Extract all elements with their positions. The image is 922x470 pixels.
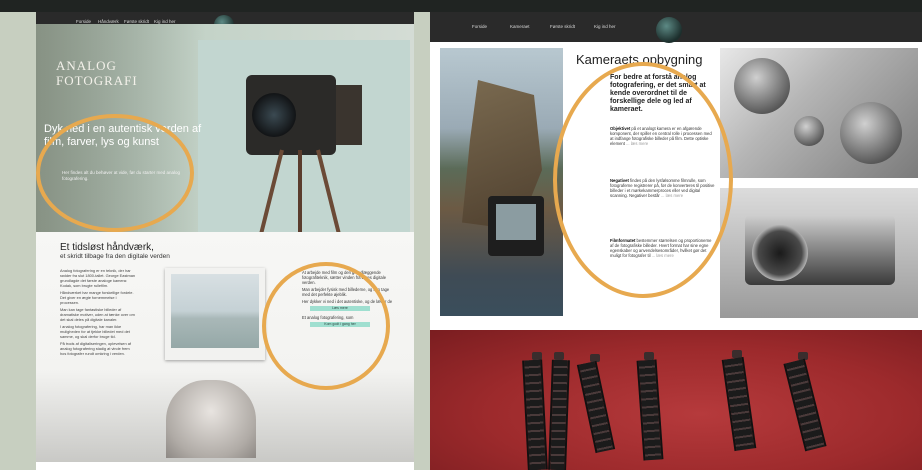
highlight-circle [262, 262, 390, 390]
hand-holding-photo [166, 380, 256, 458]
highlight-circle [36, 114, 194, 232]
top-bar [0, 0, 922, 12]
film-strip [576, 360, 616, 454]
paragraph: På trods af digitaliseringen, oplevelsen… [60, 341, 131, 356]
nav-link-kameraet[interactable]: Kameraet [510, 24, 530, 29]
camera-dials-photo [720, 48, 918, 178]
highlight-circle [553, 62, 733, 298]
paragraph: I analog fotografering, har man ikke mul… [60, 324, 130, 339]
right-nav-bar: Forside Kameraet Første skridt Kig ind h… [430, 12, 922, 43]
nav-link-forste-skridt[interactable]: Første skridt [550, 24, 575, 29]
nav-link-kig-ind-her[interactable]: Kig ind her [594, 24, 616, 29]
paragraph: Analog fotografering er en teknik, der h… [60, 268, 136, 288]
polaroid-image [171, 274, 259, 348]
section-title: Et tidsløst håndværk, [60, 242, 154, 253]
camera-viewfinder-screen [496, 204, 536, 240]
shutter-button [794, 116, 824, 146]
film-strip [783, 358, 827, 452]
film-strip [522, 359, 548, 470]
film-strip [636, 359, 664, 461]
film-strip [721, 356, 757, 452]
paragraph: Man kan tage fantastiske billeder af dra… [60, 307, 135, 322]
film-strip [548, 359, 570, 470]
shutter-dial [734, 58, 790, 114]
film-advance-knob [840, 102, 902, 164]
rangefinder-lens [752, 225, 808, 281]
film-clip [554, 352, 564, 360]
hero-title: ANALOG FOTOGRAFI [56, 58, 138, 88]
darkroom-film-photo [430, 330, 922, 470]
camera-lens-icon [252, 93, 296, 137]
section-left-column: Analog fotografering er en teknik, der h… [60, 268, 136, 358]
paragraph: Håndværket har mange forskellige fordele… [60, 290, 134, 305]
section-subtitle: et skridt tilbage fra den digitale verde… [60, 253, 170, 260]
logo-lens-icon[interactable] [656, 17, 682, 43]
nav-link-forside[interactable]: Forside [472, 24, 487, 29]
